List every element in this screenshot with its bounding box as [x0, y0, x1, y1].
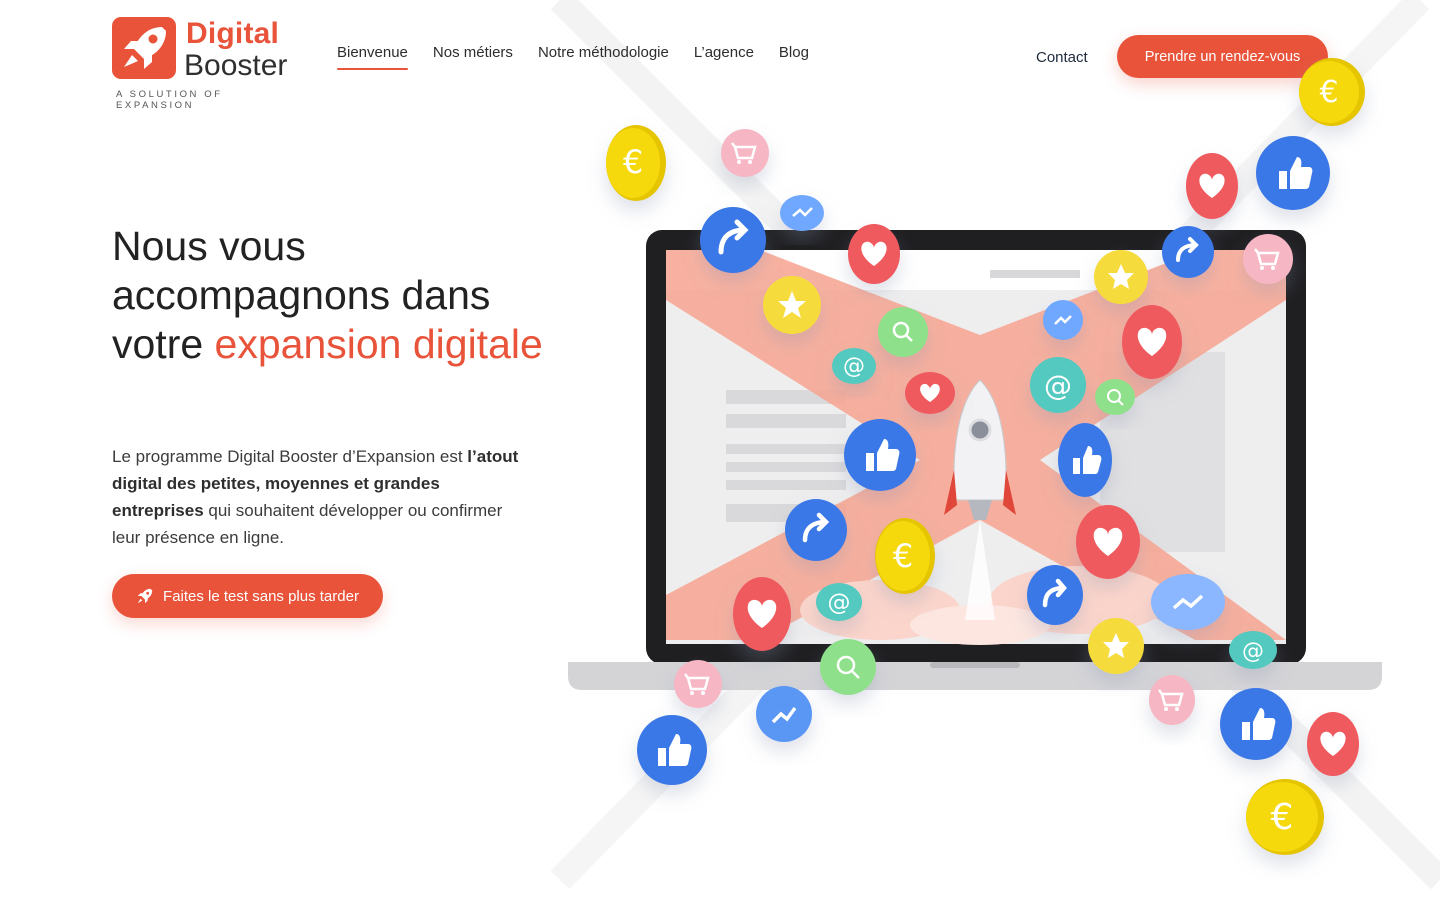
svg-text:€: €: [1271, 797, 1294, 838]
share-icon: [700, 207, 766, 273]
search-icon: [820, 639, 876, 695]
heart-icon: [1122, 305, 1182, 379]
share-icon: [785, 499, 847, 561]
search-icon: [878, 307, 928, 357]
euro-coin-icon: €: [1299, 58, 1365, 126]
hero-illustration: € @ € @ € @ @ €: [568, 58, 1382, 855]
euro-coin-icon: €: [606, 125, 666, 201]
at-sign-icon: @: [1030, 357, 1086, 413]
hero-title: Nous vous accompagnons dans votre expans…: [112, 222, 572, 369]
heart-icon: [1076, 505, 1140, 579]
cart-icon: [1149, 675, 1195, 725]
heart-icon: [905, 372, 955, 414]
euro-coin-icon: €: [875, 518, 935, 594]
hero-description: Le programme Digital Booster d’Expansion…: [112, 443, 522, 551]
trend-icon: [1043, 300, 1083, 340]
share-icon: [1162, 226, 1214, 278]
at-sign-icon: @: [832, 348, 876, 384]
like-icon: [1220, 688, 1292, 760]
cart-icon: [1243, 234, 1293, 284]
at-sign-icon: @: [1229, 631, 1277, 669]
hero-text-part1: Le programme Digital Booster d’Expansion…: [112, 447, 468, 466]
svg-text:€: €: [1319, 75, 1338, 110]
share-icon: [1027, 565, 1083, 625]
nav-item-nos-metiers[interactable]: Nos métiers: [433, 44, 513, 61]
logo[interactable]: Digital Booster A SOLUTION OF EXPANSION: [112, 15, 302, 111]
svg-text:@: @: [1242, 639, 1264, 664]
heart-icon: [1307, 712, 1359, 776]
start-test-button[interactable]: Faites le test sans plus tarder: [112, 574, 383, 618]
search-icon: [1095, 379, 1135, 415]
svg-text:@: @: [843, 354, 865, 379]
heart-icon: [1186, 153, 1238, 219]
brand-name-line1: Digital: [186, 17, 280, 50]
brand-name-line2: Booster: [184, 49, 288, 82]
like-icon: [844, 419, 916, 491]
nav-item-bienvenue[interactable]: Bienvenue: [337, 44, 408, 70]
trend-icon: [756, 686, 812, 742]
trend-icon: [1151, 574, 1225, 630]
brand-tagline: A SOLUTION OF EXPANSION: [116, 89, 223, 111]
cart-icon: [721, 129, 769, 177]
like-icon: [637, 715, 707, 785]
svg-text:€: €: [623, 143, 643, 181]
star-icon: [1088, 618, 1144, 674]
trend-icon: [780, 195, 824, 231]
star-icon: [1094, 250, 1148, 304]
heart-icon: [733, 577, 791, 651]
rocket-icon: [137, 588, 153, 604]
at-sign-icon: @: [816, 583, 862, 621]
cart-icon: [674, 660, 722, 708]
like-icon: [1058, 423, 1112, 497]
svg-text:€: €: [893, 537, 913, 575]
euro-coin-icon: €: [1246, 779, 1324, 855]
hero-title-accent: expansion digitale: [214, 321, 543, 367]
like-icon: [1256, 136, 1330, 210]
svg-text:@: @: [1044, 369, 1072, 402]
svg-text:@: @: [828, 590, 851, 616]
rocket-logo-icon: [112, 17, 176, 79]
star-icon: [763, 276, 821, 334]
start-test-label: Faites le test sans plus tarder: [163, 587, 359, 605]
heart-icon: [848, 224, 900, 284]
